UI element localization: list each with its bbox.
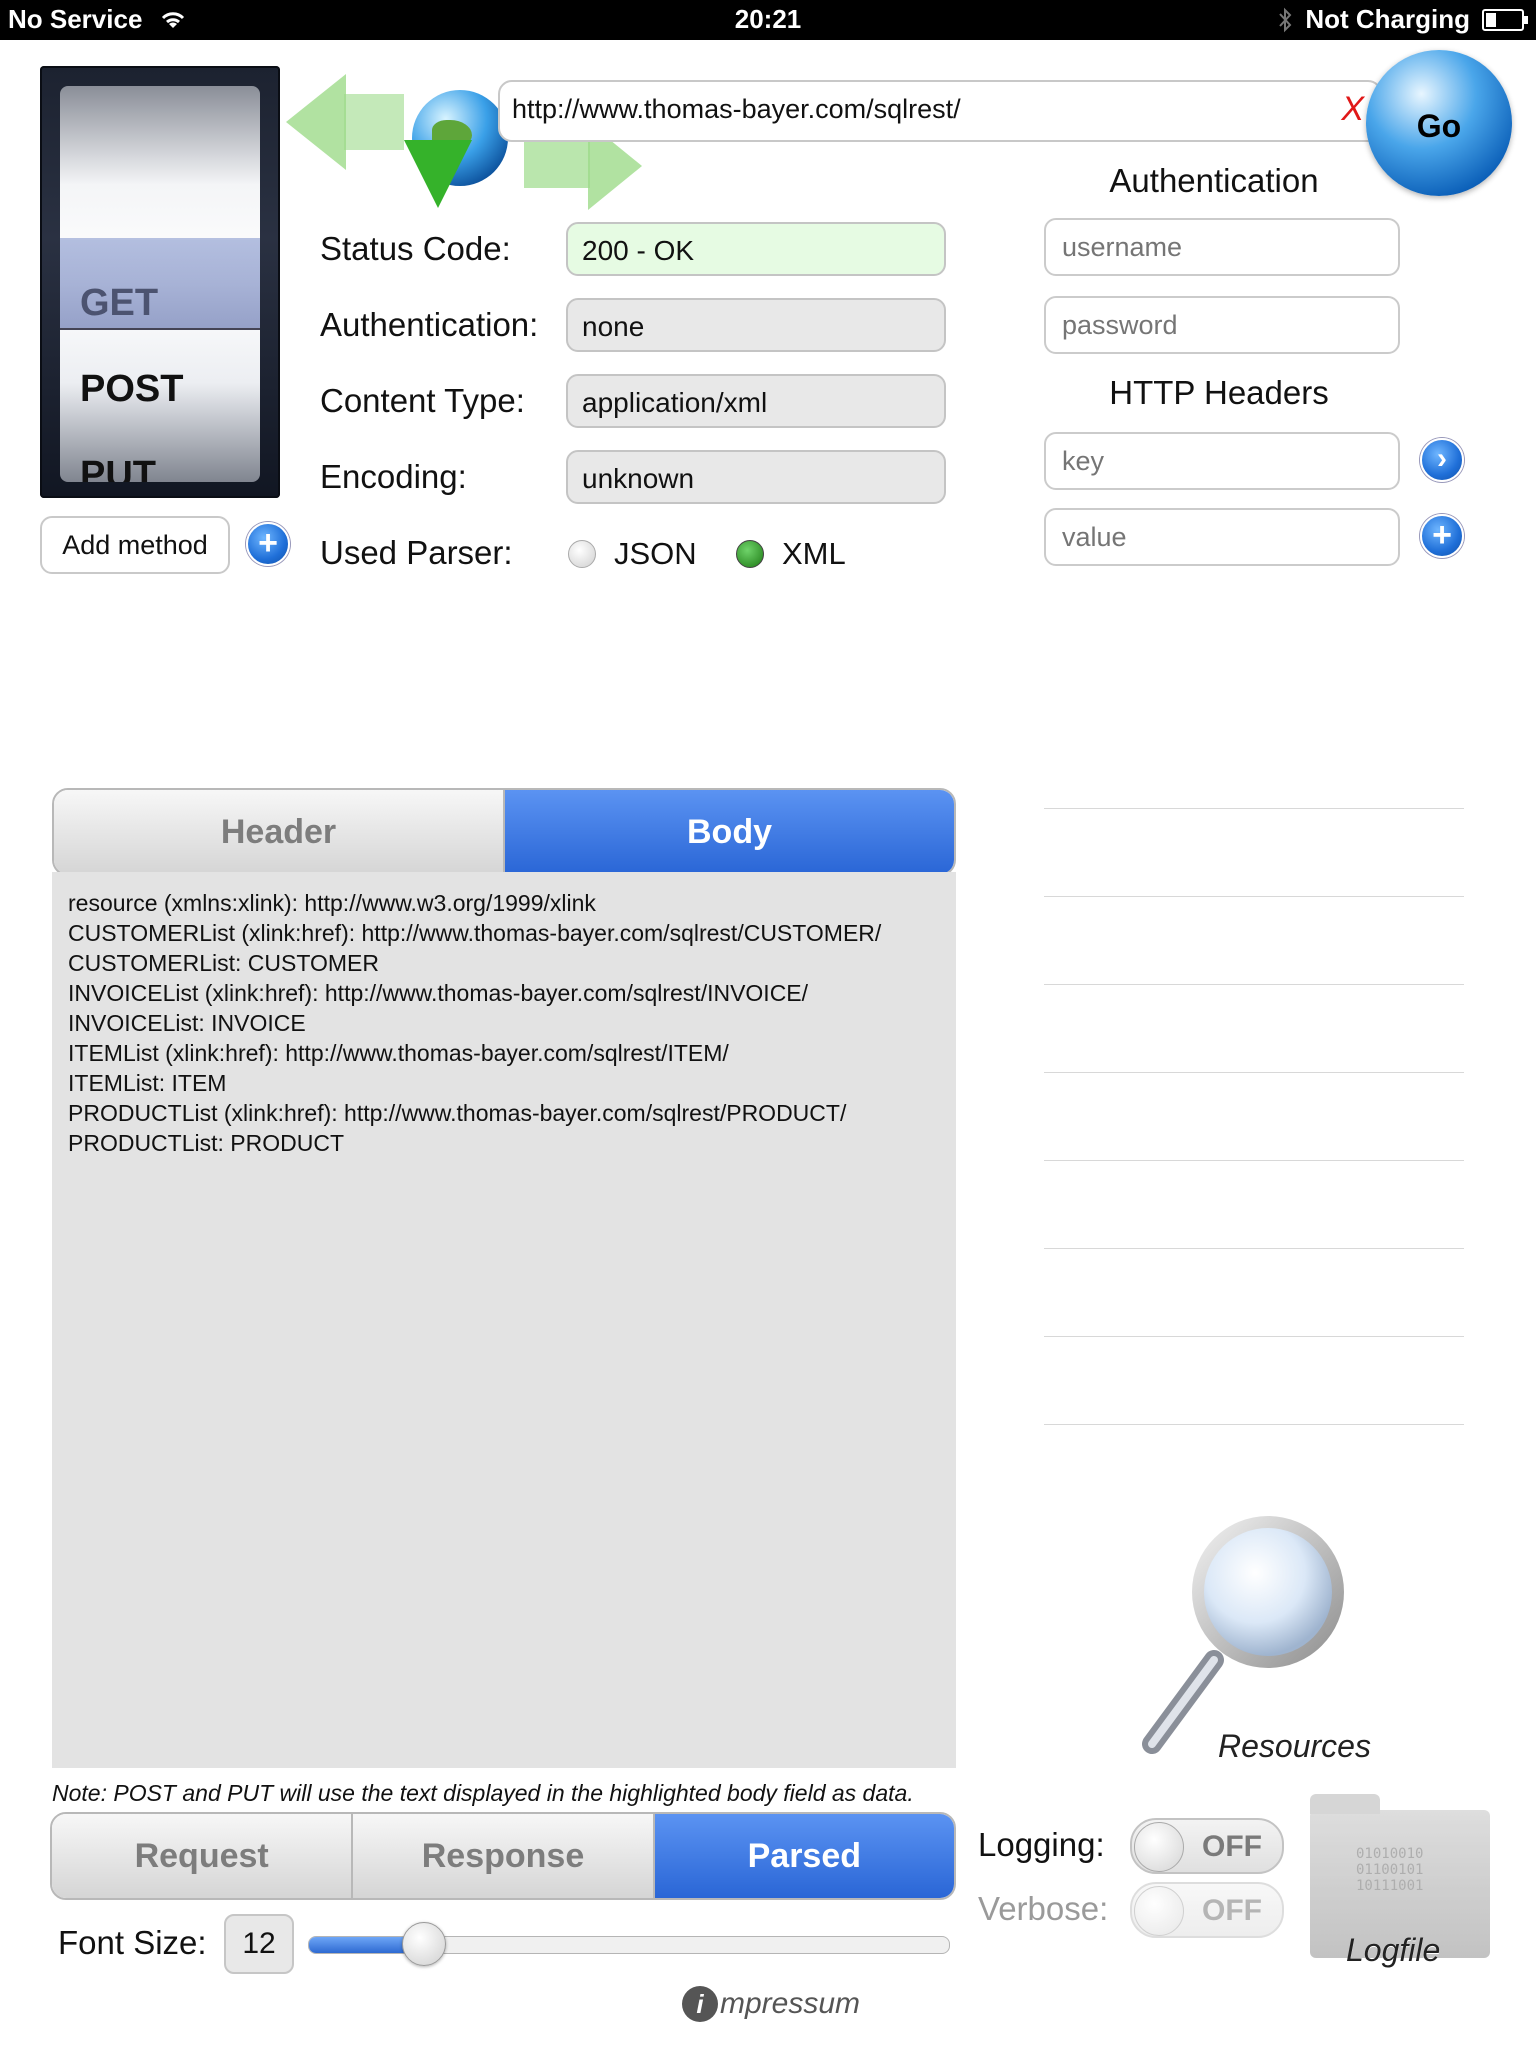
method-get[interactable]: GET xyxy=(80,282,158,325)
body-line: resource (xmlns:xlink): http://www.w3.or… xyxy=(68,890,596,916)
body-line: PRODUCTList (xlink:href): http://www.tho… xyxy=(68,1100,847,1126)
arrow-left-icon[interactable] xyxy=(286,74,346,170)
response-body-pane[interactable]: resource (xmlns:xlink): http://www.w3.or… xyxy=(52,872,956,1768)
add-method-button[interactable]: Add method xyxy=(40,516,230,574)
body-line: CUSTOMERList (xlink:href): http://www.th… xyxy=(68,920,882,946)
header-list-row[interactable] xyxy=(1044,1336,1464,1425)
clear-url-icon[interactable]: X xyxy=(1341,90,1364,129)
body-line: PRODUCTList: PRODUCT xyxy=(68,1130,345,1156)
parser-xml-radio[interactable] xyxy=(736,540,764,568)
picker-drum[interactable]: GET POST PUT xyxy=(60,86,260,482)
method-picker[interactable]: GET POST PUT xyxy=(40,66,280,498)
parser-label: Used Parser: xyxy=(320,534,513,571)
method-put[interactable]: PUT xyxy=(80,454,156,482)
username-field[interactable] xyxy=(1044,218,1400,276)
logging-label: Logging: xyxy=(978,1826,1105,1863)
encoding-field: unknown xyxy=(566,450,946,504)
tab-header[interactable]: Header xyxy=(54,790,505,874)
impressum-link[interactable]: i mpressum xyxy=(682,1986,860,2022)
verbose-label: Verbose: xyxy=(978,1890,1109,1927)
header-list-row[interactable] xyxy=(1044,896,1464,985)
logging-toggle[interactable]: OFF xyxy=(1130,1818,1284,1874)
password-field[interactable] xyxy=(1044,296,1400,354)
resources-label[interactable]: Resources xyxy=(1218,1728,1371,1765)
parser-json-radio[interactable] xyxy=(568,540,596,568)
bluetooth-icon xyxy=(1279,7,1292,32)
font-size-label: Font Size: xyxy=(58,1924,207,1961)
tab-body[interactable]: Body xyxy=(505,790,954,874)
url-value[interactable]: http://www.thomas-bayer.com/sqlrest/ xyxy=(512,94,961,125)
verbose-state: OFF xyxy=(1202,1894,1262,1927)
url-input[interactable]: http://www.thomas-bayer.com/sqlrest/ X xyxy=(498,80,1382,142)
authentication-label: Authentication: xyxy=(320,306,539,343)
body-line: ITEMList (xlink:href): http://www.thomas… xyxy=(68,1040,729,1066)
chevron-right-circle-icon[interactable]: › xyxy=(1420,438,1464,482)
tab-parsed[interactable]: Parsed xyxy=(654,1814,954,1898)
font-size-value: 12 xyxy=(224,1914,294,1974)
header-key-field[interactable] xyxy=(1044,432,1400,490)
header-list-row[interactable] xyxy=(1044,1072,1464,1161)
toggle-knob xyxy=(1134,1822,1184,1872)
charging-label: Not Charging xyxy=(1305,4,1470,34)
header-list-row xyxy=(1044,1424,1464,1425)
status-code-label: Status Code: xyxy=(320,230,511,267)
download-arrow-icon xyxy=(404,140,472,208)
arrow-right-tail xyxy=(524,142,590,188)
header-body-tabs[interactable]: Header Body xyxy=(52,788,956,876)
add-method-plus-icon[interactable]: + xyxy=(246,522,290,566)
encoding-label: Encoding: xyxy=(320,458,467,495)
status-right: Not Charging xyxy=(1277,4,1528,35)
verbose-toggle[interactable]: OFF xyxy=(1130,1882,1284,1938)
go-button[interactable]: Go xyxy=(1366,50,1512,196)
info-icon: i xyxy=(682,1986,718,2022)
authentication-field: none xyxy=(566,298,946,352)
method-post[interactable]: POST xyxy=(80,368,183,411)
slider-knob[interactable] xyxy=(402,1922,447,1966)
parser-json-label: JSON xyxy=(614,536,697,571)
view-mode-tabs[interactable]: Request Response Parsed xyxy=(50,1812,956,1900)
status-bar: No Service 20:21 Not Charging xyxy=(0,0,1536,40)
content-type-label: Content Type: xyxy=(320,382,525,419)
battery-icon xyxy=(1482,8,1528,31)
status-code-field: 200 - OK xyxy=(566,222,946,276)
parser-xml-label: XML xyxy=(782,536,846,571)
tab-request[interactable]: Request xyxy=(52,1814,354,1898)
body-note: Note: POST and PUT will use the text dis… xyxy=(52,1780,914,1806)
header-list-row[interactable] xyxy=(1044,808,1464,897)
header-list-row[interactable] xyxy=(1044,1248,1464,1337)
body-line: INVOICEList (xlink:href): http://www.tho… xyxy=(68,980,809,1006)
authentication-title: Authentication xyxy=(1109,162,1319,199)
header-list-row[interactable] xyxy=(1044,984,1464,1073)
magnifier-icon[interactable] xyxy=(1136,1510,1356,1760)
header-value-field[interactable] xyxy=(1044,508,1400,566)
body-line: INVOICEList: INVOICE xyxy=(68,1010,306,1036)
header-list-row[interactable] xyxy=(1044,1160,1464,1249)
header-list-row[interactable] xyxy=(1044,720,1464,809)
arrow-left-tail xyxy=(344,94,404,150)
logfile-label[interactable]: Logfile xyxy=(1346,1932,1440,1969)
body-line: CUSTOMERList: CUSTOMER xyxy=(68,950,379,976)
body-line: ITEMList: ITEM xyxy=(68,1070,227,1096)
add-header-plus-icon[interactable]: + xyxy=(1420,514,1464,558)
toggle-knob xyxy=(1134,1886,1184,1936)
go-label: Go xyxy=(1416,108,1462,144)
folder-bits: 01010010 01100101 10111001 xyxy=(1356,1846,1424,1894)
content-type-field: application/xml xyxy=(566,374,946,428)
impressum-label: mpressum xyxy=(720,1987,861,2020)
http-headers-title: HTTP Headers xyxy=(1109,374,1329,411)
logging-state: OFF xyxy=(1202,1830,1262,1863)
tab-response[interactable]: Response xyxy=(353,1814,655,1898)
